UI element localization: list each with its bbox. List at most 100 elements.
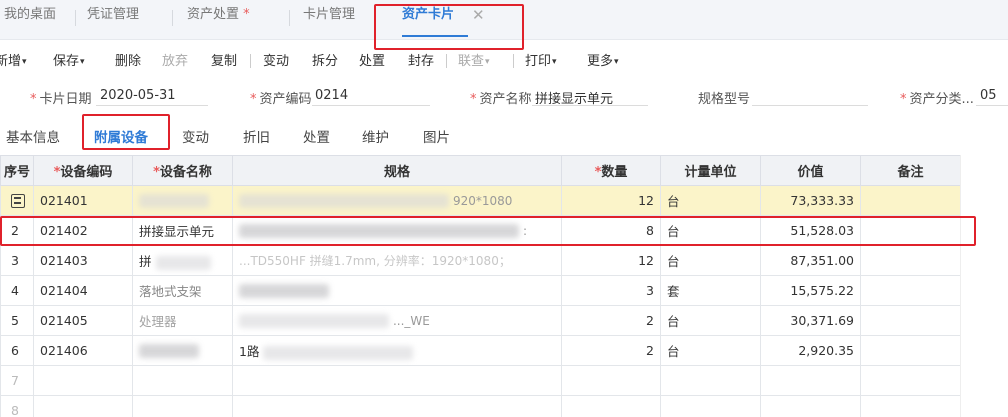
value-cell[interactable]: 2,920.35 [760, 335, 861, 366]
device-code-cell[interactable]: 021403 [33, 245, 133, 276]
note-cell[interactable] [860, 185, 961, 216]
subtab-disposal[interactable]: 处置 [303, 126, 330, 146]
column-header-note[interactable]: 备注 [860, 155, 961, 186]
discard-button[interactable]: 放弃 [162, 50, 188, 69]
note-cell[interactable] [860, 305, 961, 336]
tab-card-management[interactable]: 卡片管理 [303, 0, 355, 40]
note-cell[interactable] [860, 215, 961, 246]
tab-my-desktop[interactable]: 我的桌面 [4, 0, 56, 40]
unit-cell[interactable]: 台 [660, 245, 761, 276]
value-cell[interactable]: 87,351.00 [760, 245, 861, 276]
unit-cell[interactable]: 套 [660, 275, 761, 306]
table-row[interactable]: 3 021403 拼 ...TD550HF 拼缝1.7mm, 分辨率：1920*… [0, 245, 961, 276]
quantity-cell[interactable]: 2 [561, 335, 661, 366]
value-cell[interactable]: 73,333.33 [760, 185, 861, 216]
unit-cell[interactable]: 台 [660, 335, 761, 366]
copy-button[interactable]: 复制 [211, 50, 237, 69]
table-row[interactable]: 6 021406 1路 2 台 2,920.35 [0, 335, 961, 366]
unit-cell[interactable]: 台 [660, 305, 761, 336]
subtab-changes[interactable]: 变动 [182, 126, 209, 146]
spec-cell[interactable]: ..._WE [232, 305, 562, 336]
note-cell[interactable] [860, 335, 961, 366]
asset-category-field[interactable]: 05 [980, 88, 997, 103]
device-name-cell[interactable] [132, 365, 233, 396]
device-code-cell[interactable]: 021406 [33, 335, 133, 366]
device-name-cell[interactable] [132, 185, 233, 216]
device-name-cell[interactable]: 拼 [132, 245, 233, 276]
tab-voucher-management[interactable]: 凭证管理 [87, 0, 139, 40]
subtab-attached-equipment[interactable]: 附属设备 [94, 126, 148, 146]
device-code-cell[interactable]: 021404 [33, 275, 133, 306]
value-cell[interactable]: 15,575.22 [760, 275, 861, 306]
device-name-cell[interactable] [132, 395, 233, 417]
card-date-field[interactable]: 2020-05-31 [100, 88, 176, 103]
quantity-cell[interactable] [561, 365, 661, 396]
quantity-cell[interactable]: 2 [561, 305, 661, 336]
column-header-device-name[interactable]: *设备名称 [132, 155, 233, 186]
unit-cell[interactable]: 台 [660, 185, 761, 216]
device-code-cell[interactable] [33, 395, 133, 417]
column-header-spec[interactable]: 规格 [232, 155, 562, 186]
note-cell[interactable] [860, 245, 961, 276]
unit-cell[interactable] [660, 395, 761, 417]
device-code-cell[interactable]: 021405 [33, 305, 133, 336]
asset-code-field[interactable]: 0214 [315, 88, 348, 103]
value-cell[interactable] [760, 395, 861, 417]
linked-query-button[interactable]: 联查▾ [458, 50, 490, 69]
device-name-cell[interactable]: 处理器 [132, 305, 233, 336]
more-button[interactable]: 更多▾ [587, 50, 619, 69]
table-row[interactable]: 021401 920*1080 12 台 73,333.33 [0, 185, 961, 216]
dispose-button[interactable]: 处置 [359, 50, 385, 69]
spec-cell[interactable]: 1路 [232, 335, 562, 366]
delete-button[interactable]: 删除 [115, 50, 141, 69]
subtab-maintenance[interactable]: 维护 [362, 126, 389, 146]
column-header-quantity[interactable]: *数量 [561, 155, 661, 186]
row-operation-icon[interactable] [11, 194, 25, 208]
device-code-cell[interactable] [33, 365, 133, 396]
note-cell[interactable] [860, 275, 961, 306]
spec-cell[interactable]: : [232, 215, 562, 246]
row-action-icon[interactable] [0, 185, 34, 216]
column-header-seq[interactable]: 序号 [0, 155, 34, 186]
spec-cell[interactable]: ...TD550HF 拼缝1.7mm, 分辨率：1920*1080； [232, 245, 562, 276]
note-cell[interactable] [860, 365, 961, 396]
subtab-basic-info[interactable]: 基本信息 [6, 126, 60, 146]
table-row[interactable]: 2 021402 拼接显示单元 : 8 台 51,528.03 [0, 215, 961, 246]
seal-button[interactable]: 封存 [408, 50, 434, 69]
subtab-depreciation[interactable]: 折旧 [243, 126, 270, 146]
quantity-cell[interactable]: 12 [561, 245, 661, 276]
change-button[interactable]: 变动 [263, 50, 289, 69]
spec-cell[interactable] [232, 395, 562, 417]
device-name-cell[interactable] [132, 335, 233, 366]
column-header-device-code[interactable]: *设备编码 [33, 155, 133, 186]
column-header-unit[interactable]: 计量单位 [660, 155, 761, 186]
spec-cell[interactable]: 920*1080 [232, 185, 562, 216]
split-button[interactable]: 拆分 [312, 50, 338, 69]
column-header-value[interactable]: 价值 [760, 155, 861, 186]
value-cell[interactable]: 30,371.69 [760, 305, 861, 336]
table-row[interactable]: 5 021405 处理器 ..._WE 2 台 30,371.69 [0, 305, 961, 336]
spec-cell[interactable] [232, 365, 562, 396]
unit-cell[interactable] [660, 365, 761, 396]
device-name-cell[interactable]: 拼接显示单元 [132, 215, 233, 246]
quantity-cell[interactable]: 8 [561, 215, 661, 246]
value-cell[interactable]: 51,528.03 [760, 215, 861, 246]
table-row[interactable]: 8 [0, 395, 961, 417]
tab-asset-card[interactable]: 资产卡片 ✕ [380, 0, 500, 40]
device-name-cell[interactable]: 落地式支架 [132, 275, 233, 306]
subtab-images[interactable]: 图片 [423, 126, 450, 146]
quantity-cell[interactable] [561, 395, 661, 417]
table-row[interactable]: 4 021404 落地式支架 3 套 15,575.22 [0, 275, 961, 306]
close-tab-icon[interactable]: ✕ [472, 0, 485, 30]
table-row[interactable]: 7 [0, 365, 961, 396]
note-cell[interactable] [860, 395, 961, 417]
new-button[interactable]: 新增▾ [0, 50, 27, 69]
device-code-cell[interactable]: 021401 [33, 185, 133, 216]
unit-cell[interactable]: 台 [660, 215, 761, 246]
save-button[interactable]: 保存▾ [53, 50, 85, 69]
value-cell[interactable] [760, 365, 861, 396]
spec-cell[interactable] [232, 275, 562, 306]
print-button[interactable]: 打印▾ [525, 50, 557, 69]
quantity-cell[interactable]: 3 [561, 275, 661, 306]
quantity-cell[interactable]: 12 [561, 185, 661, 216]
